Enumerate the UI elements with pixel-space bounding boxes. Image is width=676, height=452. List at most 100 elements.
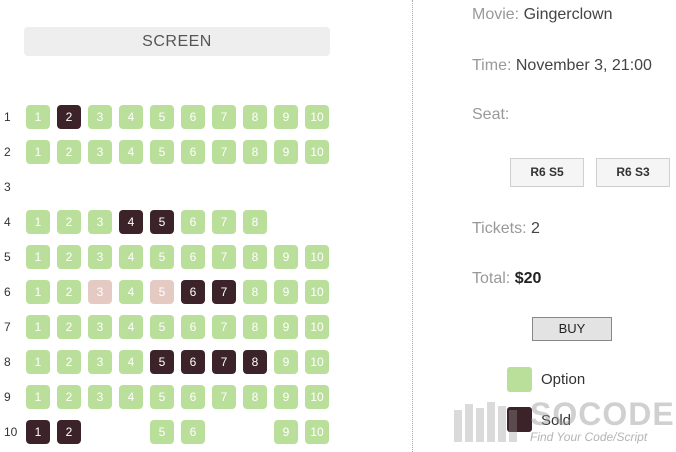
seat-option[interactable]: 7 xyxy=(212,210,236,234)
time-info: Time: November 3, 21:00 xyxy=(472,57,652,75)
seat-option[interactable]: 10 xyxy=(305,385,329,409)
row-label: 4 xyxy=(4,215,11,229)
seat-selected[interactable]: 5 xyxy=(150,280,174,304)
seat-sold: 8 xyxy=(243,350,267,374)
watermark-tagline: Find Your Code/Script xyxy=(530,430,648,444)
selected-seat-tag[interactable]: R6 S3 xyxy=(596,158,670,187)
seat-option[interactable]: 1 xyxy=(26,140,50,164)
seat-option[interactable]: 5 xyxy=(150,105,174,129)
seat-option[interactable]: 8 xyxy=(243,245,267,269)
seat-option[interactable]: 3 xyxy=(88,315,112,339)
seat-info: Seat: xyxy=(472,106,509,124)
movie-info: Movie: Gingerclown xyxy=(472,6,613,24)
seat-option[interactable]: 9 xyxy=(274,140,298,164)
seat-option[interactable]: 8 xyxy=(243,385,267,409)
movie-value: Gingerclown xyxy=(523,6,613,23)
seat-option[interactable]: 10 xyxy=(305,105,329,129)
seat-option[interactable]: 5 xyxy=(150,420,174,444)
seat-option[interactable]: 9 xyxy=(274,385,298,409)
seat-option[interactable]: 8 xyxy=(243,315,267,339)
seat-option[interactable]: 4 xyxy=(119,245,143,269)
seat-option[interactable]: 7 xyxy=(212,105,236,129)
seat-sold: 1 xyxy=(26,420,50,444)
seat-option[interactable]: 6 xyxy=(181,245,205,269)
total-label: Total: xyxy=(472,270,515,287)
seat-option[interactable]: 6 xyxy=(181,105,205,129)
seat-option[interactable]: 7 xyxy=(212,385,236,409)
tickets-info: Tickets: 2 xyxy=(472,220,540,238)
seat-option[interactable]: 9 xyxy=(274,280,298,304)
seat-sold: 2 xyxy=(57,105,81,129)
seat-option[interactable]: 7 xyxy=(212,140,236,164)
seat-option[interactable]: 5 xyxy=(150,140,174,164)
seat-option[interactable]: 7 xyxy=(212,245,236,269)
seat-option[interactable]: 5 xyxy=(150,315,174,339)
seat-option[interactable]: 2 xyxy=(57,350,81,374)
tickets-value: 2 xyxy=(530,220,540,237)
row-label: 3 xyxy=(4,180,11,194)
seat-option[interactable]: 2 xyxy=(57,140,81,164)
legend-option-swatch xyxy=(507,367,532,392)
seat-label: Seat: xyxy=(472,106,510,123)
seat-option[interactable]: 1 xyxy=(26,315,50,339)
seat-sold: 4 xyxy=(119,210,143,234)
seat-option[interactable]: 10 xyxy=(305,315,329,339)
seat-option[interactable]: 8 xyxy=(243,140,267,164)
seat-option[interactable]: 10 xyxy=(305,420,329,444)
seat-option[interactable]: 8 xyxy=(243,210,267,234)
seat-option[interactable]: 2 xyxy=(57,210,81,234)
seat-option[interactable]: 2 xyxy=(57,280,81,304)
seat-option[interactable]: 5 xyxy=(150,245,174,269)
seat-option[interactable]: 3 xyxy=(88,350,112,374)
seat-option[interactable]: 3 xyxy=(88,210,112,234)
seat-option[interactable]: 10 xyxy=(305,280,329,304)
seat-option[interactable]: 9 xyxy=(274,350,298,374)
seat-option[interactable]: 9 xyxy=(274,105,298,129)
watermark-brand: SOCODE xyxy=(530,396,675,432)
seat-option[interactable]: 3 xyxy=(88,105,112,129)
seat-option[interactable]: 1 xyxy=(26,245,50,269)
buy-button[interactable]: BUY xyxy=(532,317,612,341)
seat-option[interactable]: 6 xyxy=(181,210,205,234)
seat-option[interactable]: 4 xyxy=(119,280,143,304)
seat-option[interactable]: 1 xyxy=(26,210,50,234)
seat-option[interactable]: 4 xyxy=(119,105,143,129)
seat-option[interactable]: 1 xyxy=(26,350,50,374)
seat-option[interactable]: 9 xyxy=(274,245,298,269)
seat-option[interactable]: 7 xyxy=(212,315,236,339)
seat-option[interactable]: 8 xyxy=(243,280,267,304)
seat-option[interactable]: 5 xyxy=(150,385,174,409)
tickets-label: Tickets: xyxy=(472,220,531,237)
seat-option[interactable]: 4 xyxy=(119,350,143,374)
seat-option[interactable]: 4 xyxy=(119,385,143,409)
seat-option[interactable]: 2 xyxy=(57,245,81,269)
seat-option[interactable]: 2 xyxy=(57,385,81,409)
seat-option[interactable]: 2 xyxy=(57,315,81,339)
seat-option[interactable]: 4 xyxy=(119,315,143,339)
seat-option[interactable]: 1 xyxy=(26,280,50,304)
seat-option[interactable]: 6 xyxy=(181,140,205,164)
seat-option[interactable]: 8 xyxy=(243,105,267,129)
seat-option[interactable]: 6 xyxy=(181,385,205,409)
seat-option[interactable]: 6 xyxy=(181,315,205,339)
seat-option[interactable]: 1 xyxy=(26,105,50,129)
seat-option[interactable]: 3 xyxy=(88,140,112,164)
seat-option[interactable]: 1 xyxy=(26,385,50,409)
time-label: Time: xyxy=(472,57,516,74)
watermark: SOCODE Find Your Code/Script xyxy=(452,392,674,448)
seat-option[interactable]: 4 xyxy=(119,140,143,164)
seat-option[interactable]: 3 xyxy=(88,385,112,409)
seat-option[interactable]: 10 xyxy=(305,350,329,374)
row-label: 9 xyxy=(4,390,11,404)
seat-option[interactable]: 3 xyxy=(88,245,112,269)
row-label: 5 xyxy=(4,250,11,264)
seat-option[interactable]: 6 xyxy=(181,420,205,444)
seat-option[interactable]: 10 xyxy=(305,140,329,164)
selected-seat-tag[interactable]: R6 S5 xyxy=(510,158,584,187)
seat-option[interactable]: 10 xyxy=(305,245,329,269)
seat-option[interactable]: 9 xyxy=(274,420,298,444)
seat-option[interactable]: 9 xyxy=(274,315,298,339)
seat-selected[interactable]: 3 xyxy=(88,280,112,304)
seat-sold: 5 xyxy=(150,350,174,374)
time-value: November 3, 21:00 xyxy=(515,57,652,74)
